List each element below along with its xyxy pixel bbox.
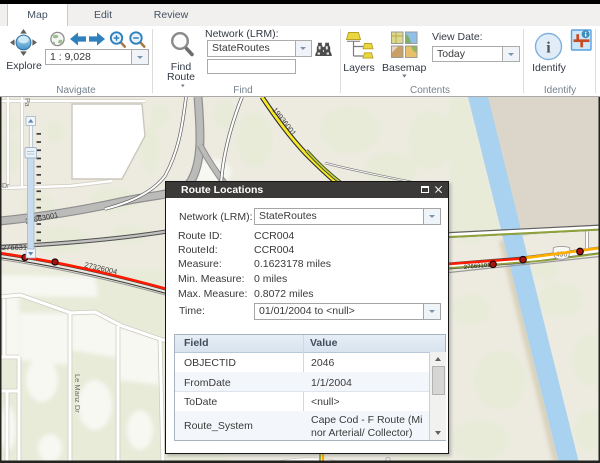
svg-text:Pa: Pa	[23, 98, 30, 107]
svg-text:i: i	[546, 40, 551, 57]
svg-text:Dr: Dr	[2, 183, 10, 190]
svg-text:Le Manz Dr: Le Manz Dr	[73, 374, 82, 413]
